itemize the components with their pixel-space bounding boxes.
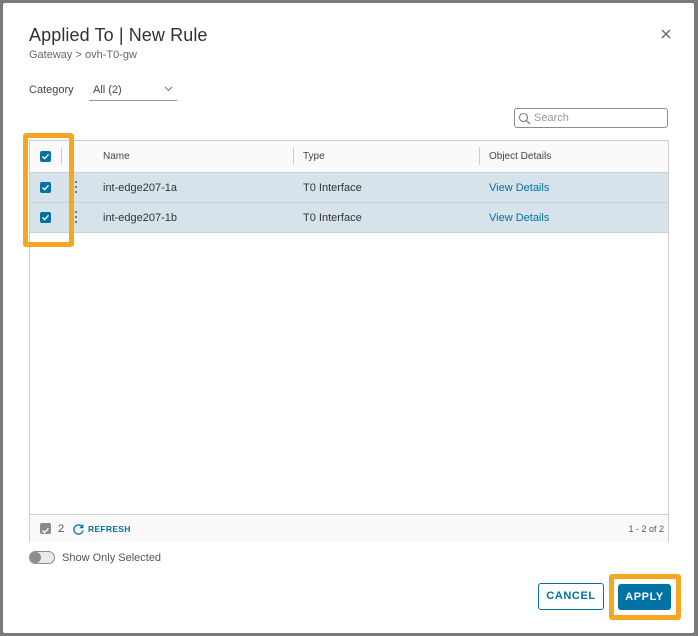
show-only-selected-label: Show Only Selected [62,552,162,564]
search-icon [518,112,531,130]
chevron-down-icon [164,84,173,96]
show-only-selected-toggle[interactable] [29,551,55,564]
applied-to-dialog: Applied To | New Rule Gateway > ovh-T0-g… [3,3,694,633]
column-separator[interactable] [293,147,294,165]
row-actions-icon[interactable] [74,211,78,225]
grid-footer: 2 REFRESH 1 - 2 of 2 [30,514,668,542]
toggle-knob [30,552,41,563]
row-actions-icon[interactable] [74,181,78,195]
row-type: T0 Interface [303,182,362,194]
category-value: All (2) [93,84,122,96]
apply-button-highlight [609,574,681,620]
checkbox-column-highlight [23,133,74,247]
objects-grid: Name Type Object Details int-edge207-1a … [29,140,669,542]
dialog-title: Applied To | New Rule [29,25,208,45]
refresh-button[interactable]: REFRESH [72,522,131,536]
view-details-link[interactable]: View Details [489,182,549,194]
category-label: Category [29,84,74,96]
column-separator[interactable] [479,147,480,165]
grid-header: Name Type Object Details [30,141,668,173]
column-header-name[interactable]: Name [103,151,130,162]
table-row[interactable]: int-edge207-1a T0 Interface View Details [30,173,668,203]
cancel-button[interactable]: CANCEL [538,583,604,610]
row-name: int-edge207-1b [103,212,178,224]
refresh-icon [73,523,84,535]
view-details-link[interactable]: View Details [489,212,549,224]
refresh-label: REFRESH [88,524,131,534]
column-header-type[interactable]: Type [303,151,325,162]
selected-count: 2 [58,523,65,535]
column-header-object-details[interactable]: Object Details [489,151,551,162]
search-input[interactable] [534,110,662,126]
row-name: int-edge207-1a [103,182,178,194]
breadcrumb: Gateway > ovh-T0-gw [29,49,137,61]
table-row[interactable]: int-edge207-1b T0 Interface View Details [30,203,668,233]
selected-count-icon [40,523,51,534]
search-box[interactable] [514,108,668,128]
close-icon[interactable] [659,27,673,41]
category-select[interactable]: All (2) [89,81,177,101]
row-type: T0 Interface [303,212,362,224]
pagination-text: 1 - 2 of 2 [628,524,664,534]
